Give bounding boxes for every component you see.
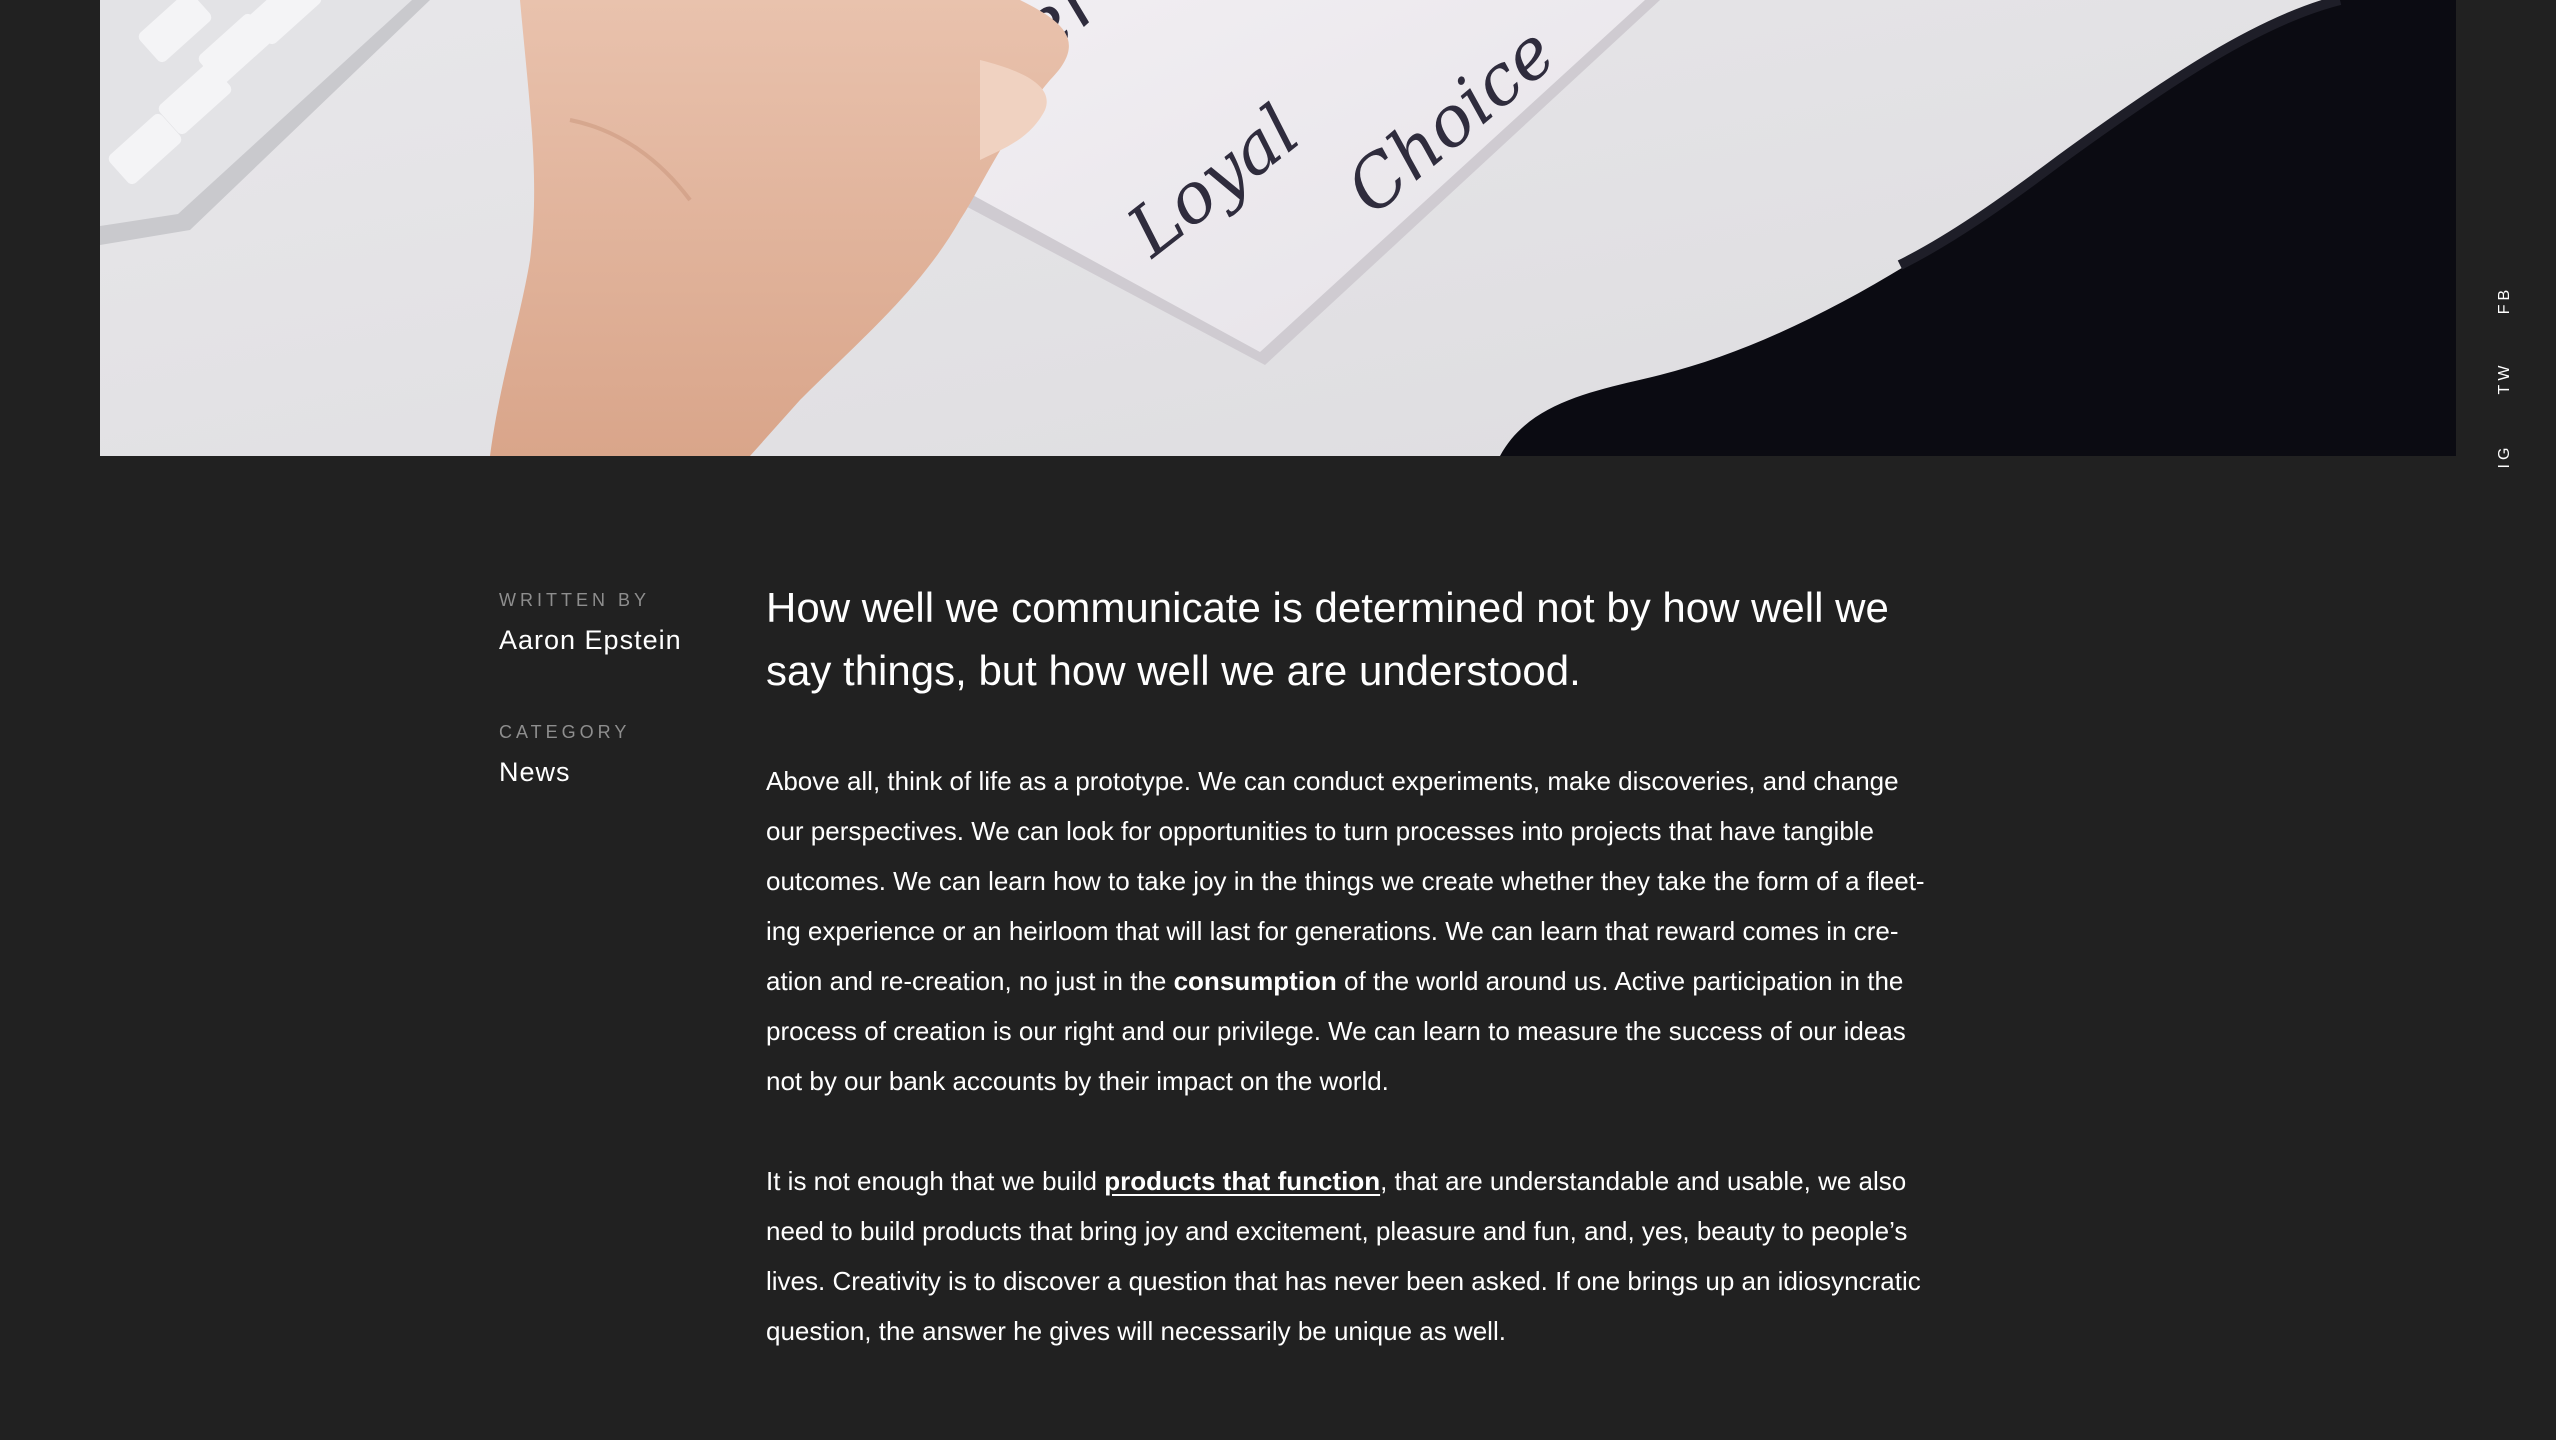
hero-photo: Ever Loyal Choice (100, 0, 2456, 456)
written-by-label: WRITTEN BY (499, 590, 650, 610)
facebook-label: FB (2496, 285, 2513, 315)
products-link[interactable]: products that function (1104, 1166, 1380, 1196)
instagram-label: IG (2496, 443, 2513, 469)
instagram-link[interactable]: IG (2490, 436, 2520, 476)
paragraph-2-text-a: It is not enough that we build (766, 1166, 1105, 1196)
article-headline: How well we communicate is determined no… (766, 584, 1889, 694)
paragraph-1-bold: consumption (1173, 966, 1337, 996)
twitter-link[interactable]: TW (2490, 358, 2520, 398)
hero-image: Ever Loyal Choice (100, 0, 2456, 456)
article-paragraph-2: It is not enough that we build products … (766, 1156, 1936, 1356)
social-links: FB TW IG (2490, 280, 2520, 514)
paragraph-1-text-a: Above all, think of life as a prototype.… (766, 766, 1925, 996)
category-link[interactable]: News (499, 757, 729, 788)
article-paragraph-1: Above all, think of life as a prototype.… (766, 756, 1936, 1106)
twitter-label: TW (2496, 361, 2513, 395)
post-meta: WRITTEN BY Aaron Epstein CATEGORY News (499, 590, 729, 854)
category-label: CATEGORY (499, 722, 631, 742)
page: Ever Loyal Choice FB TW IG (0, 0, 2556, 1440)
facebook-link[interactable]: FB (2490, 280, 2520, 320)
article-body: How well we communicate is determined no… (766, 576, 1936, 1356)
author-link[interactable]: Aaron Epstein (499, 625, 729, 656)
